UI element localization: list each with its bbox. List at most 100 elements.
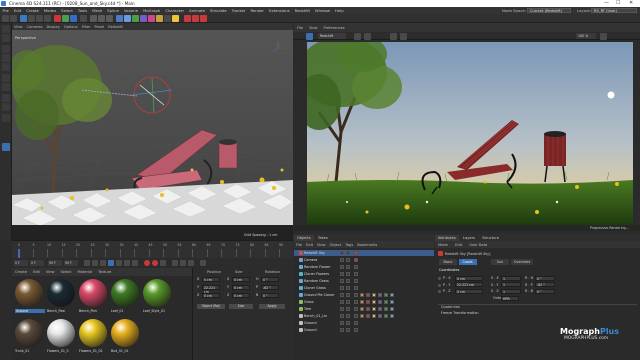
menu-mograph[interactable]: MoGraph [141,7,163,14]
coords-size-mode-dropdown[interactable]: Size [229,304,253,309]
visibility-toggle[interactable] [340,314,344,318]
render-toggle[interactable] [346,286,350,290]
tag-icon[interactable] [378,314,382,318]
material-swatch[interactable] [47,279,75,307]
render-toggle[interactable] [346,314,350,318]
tag-icon[interactable] [366,307,370,311]
object-name[interactable]: Ground Pie Cloner [304,292,335,298]
current-frame-field[interactable]: 0 F [30,260,44,266]
visibility-toggle[interactable] [340,251,344,255]
tag-icon[interactable] [354,293,358,297]
attr-quaternion-group[interactable]: Quaternion [441,305,460,309]
tag-icon[interactable] [360,293,364,297]
object-row[interactable]: Ground Pie Cloner [294,292,434,298]
object-name[interactable]: Ground [304,327,316,333]
record-icon[interactable] [144,260,150,266]
attr-rot-field[interactable]: 0 ° [535,288,555,294]
material-menu-texture[interactable]: Texture [95,268,114,276]
tweak-mode-icon[interactable] [2,83,10,91]
position-key-icon[interactable] [172,260,178,266]
tag-icon[interactable] [354,286,358,290]
coords-apply-button[interactable]: Apply [259,304,285,309]
tag-icon[interactable] [372,293,376,297]
material-label[interactable]: Leaf_Style_01 [143,309,173,313]
subtab-coord[interactable]: Coord. [459,259,477,265]
material-label[interactable]: Bench_Pink [79,309,109,313]
render-toggle[interactable] [346,251,350,255]
viewport-solo-icon[interactable] [2,143,10,151]
attr-pos-field[interactable]: 0 cm [455,275,483,281]
axis-mode-icon[interactable] [2,74,10,82]
material-swatch[interactable] [15,279,43,307]
keyframe-dot-icon[interactable] [438,283,441,287]
editor-viewport[interactable] [12,30,293,240]
camera-icon[interactable] [164,15,171,22]
tag-icon[interactable] [378,307,382,311]
object-name[interactable]: Tree [304,306,311,312]
render-camera-dropdown[interactable]: Redshift [318,33,346,39]
redshift-light-icon[interactable] [192,15,199,22]
visibility-toggle[interactable] [340,328,344,332]
menu-extensions[interactable]: Extensions [267,7,293,14]
tag-icon[interactable] [354,258,358,262]
menu-redshift[interactable]: Redshift [292,7,312,14]
material-label[interactable]: Leaf_01 [111,309,141,313]
material-swatch[interactable] [47,319,75,347]
start-frame-field[interactable]: 0 F [14,260,28,266]
menu-edit[interactable]: Edit [11,7,23,14]
tag-icon[interactable] [354,314,358,318]
points-mode-icon[interactable] [2,45,10,53]
object-row[interactable]: Ground [294,327,434,333]
tag-icon[interactable] [354,279,358,283]
render-compare-icon[interactable] [364,32,371,40]
tag-icon[interactable] [378,293,382,297]
tag-icon[interactable] [384,307,388,311]
subtab-sun[interactable]: Sun [491,259,509,265]
menu-create[interactable]: Create [24,7,42,14]
redshift-material-icon[interactable] [200,15,207,22]
workplane-icon[interactable] [2,103,10,111]
render-settings-icon[interactable] [106,15,113,22]
menu-spline[interactable]: Spline [105,7,122,14]
tag-icon[interactable] [360,300,364,304]
tag-icon[interactable] [372,300,376,304]
material-label[interactable]: Flowers_01_0 [47,349,77,353]
tag-icon[interactable] [354,321,358,325]
render-snapshot-icon[interactable] [354,32,361,40]
render-toggle[interactable] [346,279,350,283]
select-tool-icon[interactable] [20,15,27,22]
prev-frame-icon[interactable] [100,260,106,266]
tag-icon[interactable] [390,300,394,304]
coords-rotation-field[interactable]: 0 ° [261,292,279,298]
attr-scale-field[interactable]: 1 [501,288,521,294]
coords-size-field[interactable]: 0 cm [232,276,250,282]
material-label[interactable]: Ground [15,309,45,313]
render-lock-icon[interactable] [400,32,407,40]
subtab-overrides[interactable]: Overrides [511,259,533,265]
material-menu-material[interactable]: Material [75,268,96,276]
deformer-icon[interactable] [148,15,155,22]
end-frame-field[interactable]: 90 F [48,260,62,266]
render-zoom-dropdown[interactable]: 100 % [576,33,596,39]
tag-icon[interactable] [366,314,370,318]
visibility-toggle[interactable] [340,307,344,311]
menu-tools[interactable]: Tools [75,7,89,14]
tag-icon[interactable] [354,272,358,276]
render-toggle[interactable] [346,300,350,304]
keyframe-dot-icon[interactable] [438,290,441,293]
visibility-toggle[interactable] [340,258,344,262]
visibility-toggle[interactable] [340,286,344,290]
rotation-key-icon[interactable] [180,260,186,266]
tag-icon[interactable] [360,307,364,311]
object-row[interactable]: Grass [294,299,434,305]
move-tool-icon[interactable] [28,15,35,22]
material-swatch[interactable] [111,279,139,307]
redshift-icon[interactable] [184,15,191,22]
coords-rotation-field[interactable]: 0 ° [261,276,279,282]
material-swatch[interactable] [15,319,43,347]
scale-tool-icon[interactable] [36,15,43,22]
menu-volume[interactable]: Volume [121,7,140,14]
render-toggle[interactable] [346,258,350,262]
tag-icon[interactable] [354,251,358,255]
visibility-toggle[interactable] [340,321,344,325]
